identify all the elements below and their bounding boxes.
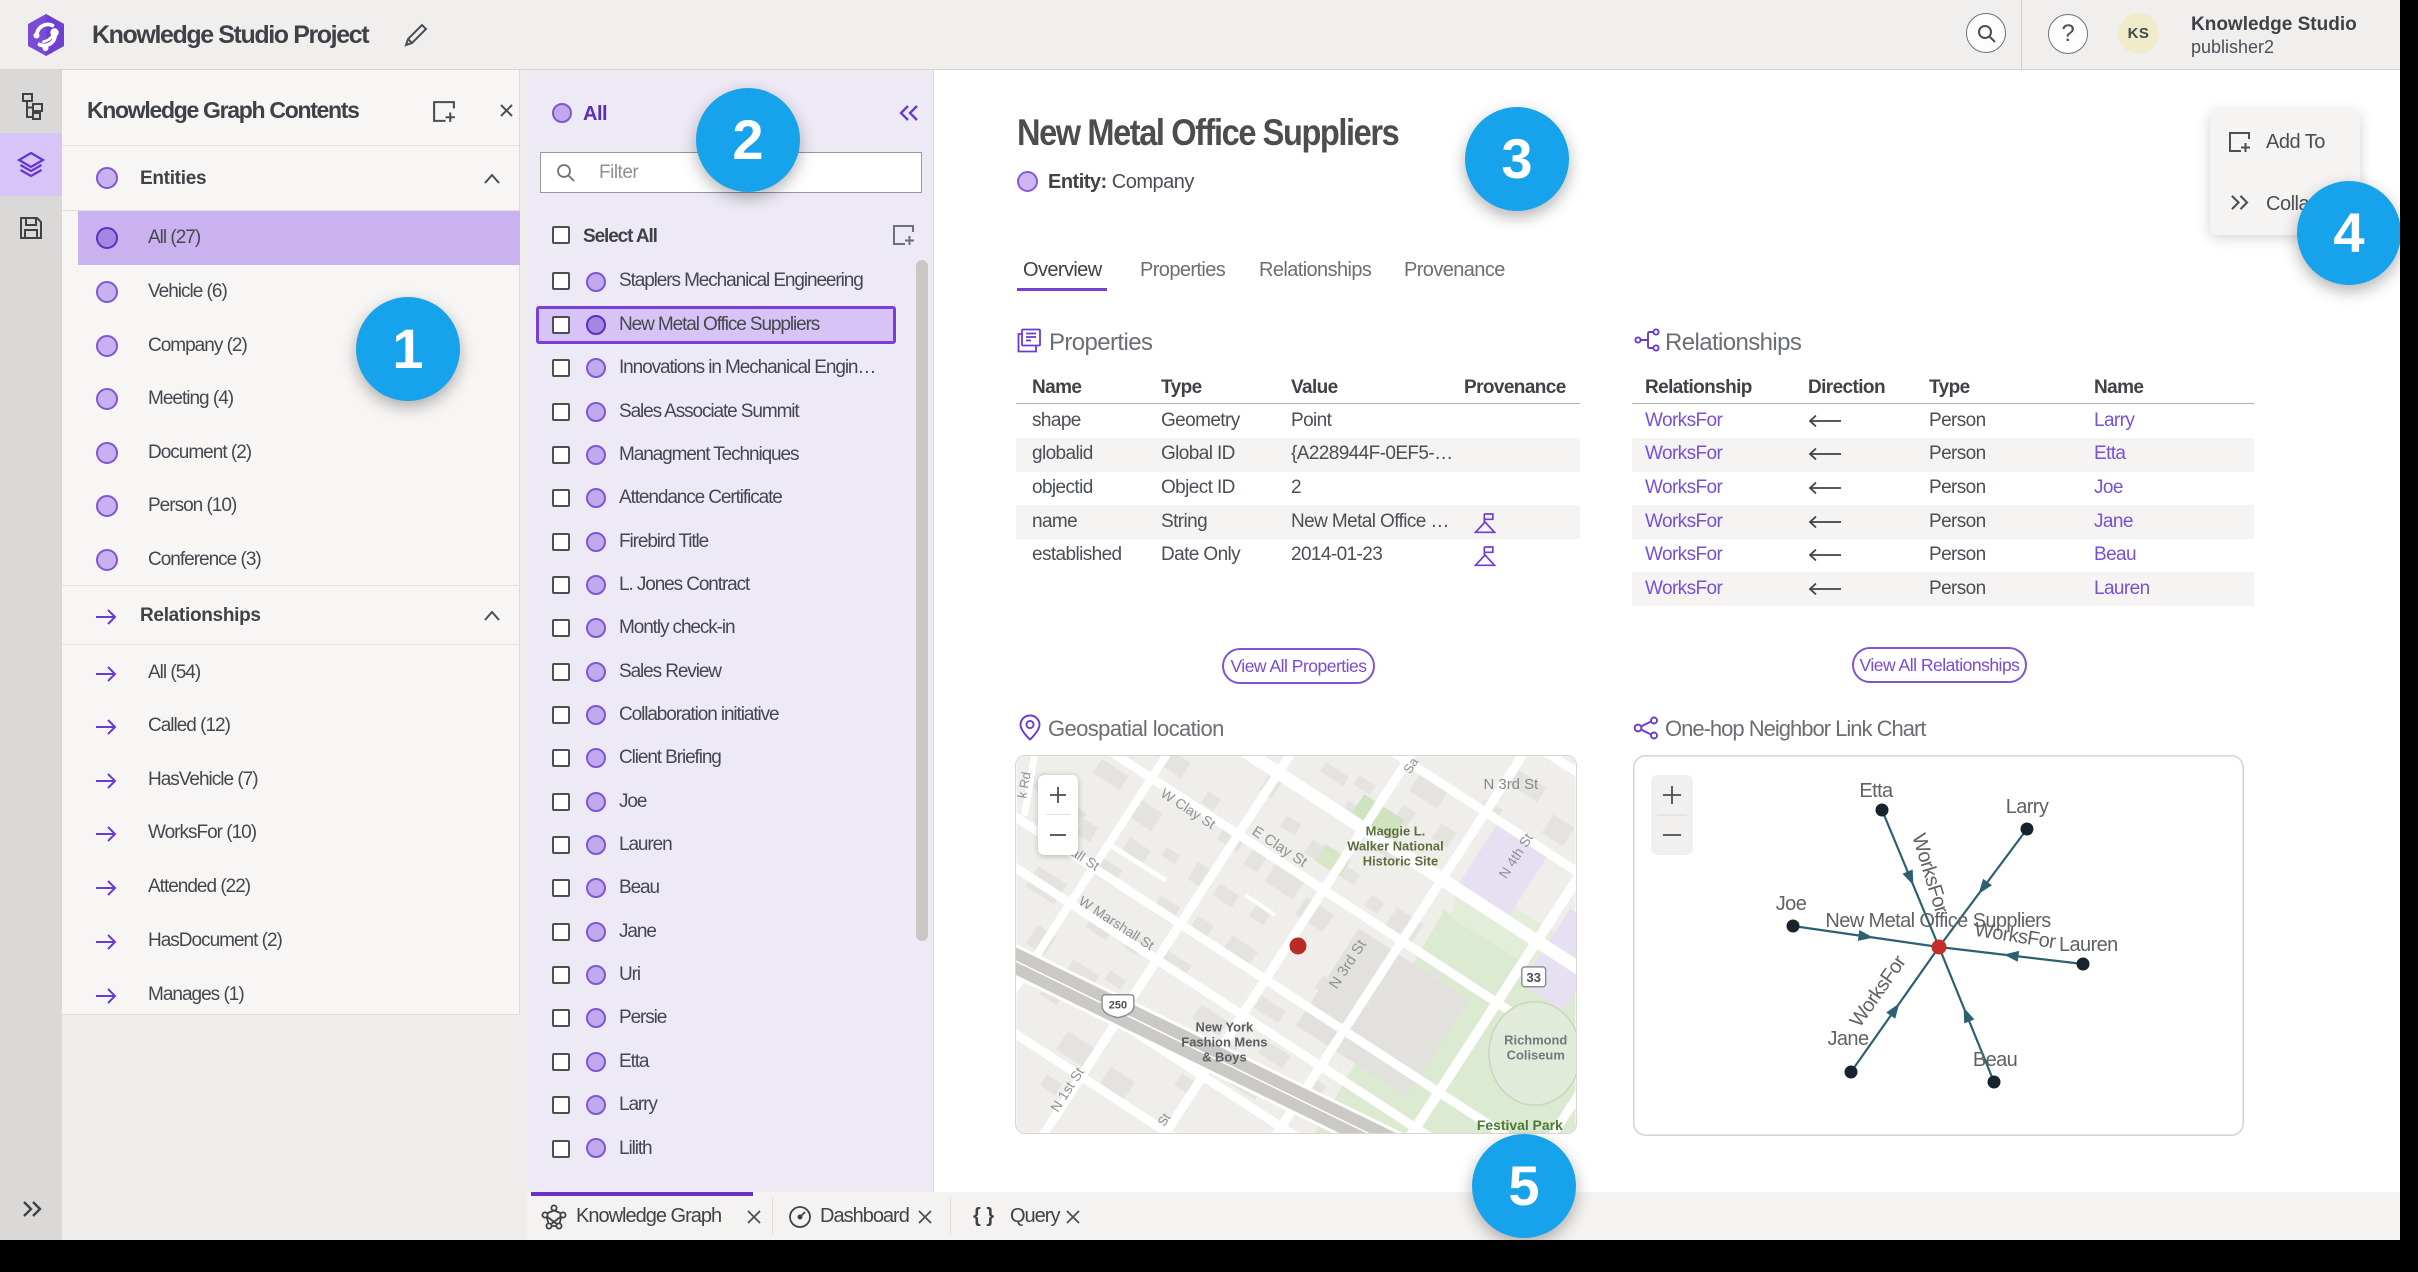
svg-text:Lauren: Lauren [2059,934,2118,956]
svg-text:Festival Park: Festival Park [1477,1117,1563,1133]
svg-text:Walker National: Walker National [1347,838,1443,853]
svg-text:250: 250 [1109,1000,1127,1012]
svg-text:N 3rd St: N 3rd St [1484,776,1540,793]
svg-text:Larry: Larry [2006,796,2049,818]
svg-text:33: 33 [1527,970,1541,985]
svg-text:Maggie L.: Maggie L. [1366,824,1426,839]
svg-text:Joe: Joe [1776,893,1807,915]
svg-text:Fashion Mens: Fashion Mens [1181,1034,1267,1049]
svg-text:New York: New York [1196,1020,1255,1035]
svg-text:Beau: Beau [1973,1049,2017,1071]
svg-text:Richmond: Richmond [1504,1032,1567,1047]
svg-text:& Boys: & Boys [1202,1049,1247,1064]
svg-text:Historic Site: Historic Site [1363,853,1438,868]
svg-text:Coliseum: Coliseum [1507,1047,1565,1062]
svg-text:Etta: Etta [1859,780,1894,802]
